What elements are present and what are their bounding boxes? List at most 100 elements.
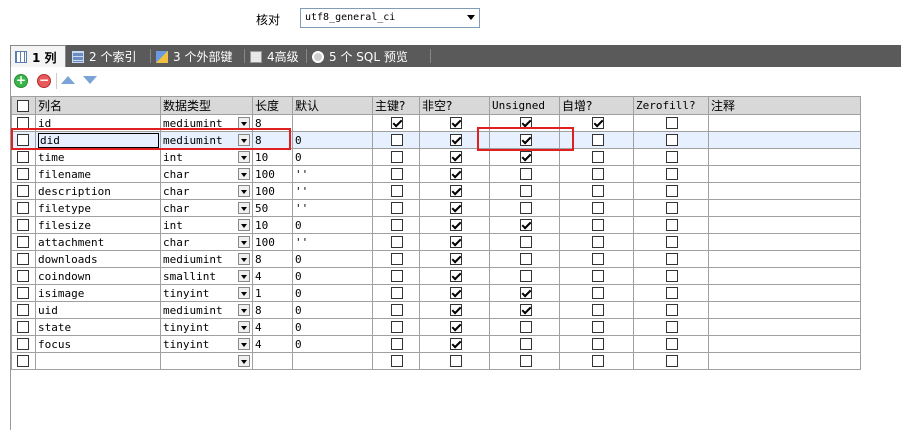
zerofill-cell[interactable] (633, 352, 709, 370)
unsigned-checkbox[interactable] (519, 304, 532, 316)
not-null-checkbox[interactable] (449, 219, 462, 231)
primary-key-cell[interactable] (372, 199, 420, 217)
auto-increment-cell[interactable] (559, 233, 634, 251)
column-name-cell[interactable]: description (35, 182, 161, 200)
table-row[interactable]: filetype char 50 '' (11, 199, 861, 217)
not-null-cell[interactable] (419, 250, 490, 268)
not-null-checkbox[interactable] (449, 304, 462, 316)
header-length[interactable]: 长度 (252, 96, 293, 115)
auto-increment-cell[interactable] (559, 352, 634, 370)
primary-key-cell[interactable] (372, 284, 420, 302)
comment-cell[interactable] (708, 182, 861, 200)
unsigned-checkbox[interactable] (519, 236, 532, 248)
data-type-cell[interactable]: tinyint (160, 318, 253, 336)
data-type-cell[interactable]: mediumint (160, 114, 253, 132)
column-name-cell[interactable]: attachment (35, 233, 161, 251)
length-cell[interactable]: 100 (252, 165, 293, 183)
row-select-checkbox[interactable] (17, 117, 29, 129)
select-all-header[interactable] (11, 96, 36, 115)
primary-key-cell[interactable] (372, 131, 420, 149)
data-type-cell[interactable]: mediumint (160, 131, 253, 149)
length-cell[interactable]: 8 (252, 250, 293, 268)
table-row[interactable]: time int 10 0 (11, 148, 861, 166)
row-select-cell[interactable] (11, 352, 36, 370)
zerofill-cell[interactable] (633, 250, 709, 268)
unsigned-cell[interactable] (489, 233, 560, 251)
primary-key-checkbox[interactable] (391, 338, 403, 350)
unsigned-checkbox[interactable] (519, 287, 532, 299)
auto-increment-checkbox[interactable] (591, 287, 604, 299)
unsigned-checkbox[interactable] (519, 253, 532, 265)
row-select-cell[interactable] (11, 114, 36, 132)
unsigned-checkbox[interactable] (519, 219, 532, 231)
chevron-down-icon[interactable] (238, 117, 250, 129)
default-cell[interactable]: 0 (292, 284, 373, 302)
comment-cell[interactable] (708, 131, 861, 149)
not-null-checkbox[interactable] (449, 185, 462, 197)
header-zerofill[interactable]: Zerofill? (633, 96, 709, 115)
not-null-checkbox[interactable] (449, 202, 462, 214)
data-type-cell[interactable]: char (160, 165, 253, 183)
not-null-checkbox[interactable] (449, 236, 462, 248)
zerofill-cell[interactable] (633, 335, 709, 353)
chevron-down-icon[interactable] (238, 321, 250, 333)
unsigned-cell[interactable] (489, 182, 560, 200)
not-null-checkbox[interactable] (449, 338, 462, 350)
chevron-down-icon[interactable] (238, 168, 250, 180)
primary-key-checkbox[interactable] (391, 321, 403, 333)
unsigned-cell[interactable] (489, 250, 560, 268)
row-select-cell[interactable] (11, 267, 36, 285)
auto-increment-checkbox[interactable] (591, 117, 604, 129)
comment-cell[interactable] (708, 301, 861, 319)
not-null-checkbox[interactable] (449, 287, 462, 299)
primary-key-checkbox[interactable] (391, 151, 403, 163)
primary-key-cell[interactable] (372, 335, 420, 353)
zerofill-cell[interactable] (633, 318, 709, 336)
zerofill-cell[interactable] (633, 216, 709, 234)
header-not-null[interactable]: 非空? (419, 96, 490, 115)
auto-increment-checkbox[interactable] (591, 321, 604, 333)
zerofill-cell[interactable] (633, 199, 709, 217)
zerofill-checkbox[interactable] (666, 287, 678, 299)
data-type-cell[interactable]: char (160, 233, 253, 251)
unsigned-cell[interactable] (489, 335, 560, 353)
comment-cell[interactable] (708, 165, 861, 183)
auto-increment-cell[interactable] (559, 114, 634, 132)
column-name-cell[interactable]: state (35, 318, 161, 336)
length-cell[interactable]: 4 (252, 318, 293, 336)
default-cell[interactable]: 0 (292, 335, 373, 353)
table-row[interactable]: isimage tinyint 1 0 (11, 284, 861, 302)
tab-sql-preview[interactable]: 5 个 SQL 预览 (308, 46, 428, 67)
column-name-cell[interactable]: time (35, 148, 161, 166)
zerofill-cell[interactable] (633, 182, 709, 200)
primary-key-cell[interactable] (372, 233, 420, 251)
column-name-cell[interactable]: downloads (35, 250, 161, 268)
default-cell[interactable] (292, 114, 373, 132)
chevron-down-icon[interactable] (238, 355, 250, 367)
not-null-checkbox[interactable] (449, 253, 462, 265)
table-row[interactable] (11, 352, 861, 370)
zerofill-cell[interactable] (633, 131, 709, 149)
not-null-cell[interactable] (419, 267, 490, 285)
row-select-checkbox[interactable] (17, 270, 29, 282)
header-default[interactable]: 默认 (292, 96, 373, 115)
primary-key-checkbox[interactable] (391, 270, 403, 282)
auto-increment-checkbox[interactable] (591, 202, 604, 214)
unsigned-cell[interactable] (489, 352, 560, 370)
length-cell[interactable]: 8 (252, 114, 293, 132)
tab-columns[interactable]: 1 列 (10, 45, 66, 68)
zerofill-checkbox[interactable] (666, 202, 678, 214)
not-null-cell[interactable] (419, 165, 490, 183)
chevron-down-icon[interactable] (238, 253, 250, 265)
row-select-cell[interactable] (11, 182, 36, 200)
comment-cell[interactable] (708, 352, 861, 370)
zerofill-cell[interactable] (633, 284, 709, 302)
auto-increment-checkbox[interactable] (591, 151, 604, 163)
table-row[interactable]: did mediumint 8 0 (11, 131, 861, 149)
row-select-checkbox[interactable] (17, 287, 29, 299)
auto-increment-cell[interactable] (559, 131, 634, 149)
auto-increment-cell[interactable] (559, 216, 634, 234)
unsigned-checkbox[interactable] (519, 134, 532, 146)
primary-key-checkbox[interactable] (391, 236, 403, 248)
auto-increment-checkbox[interactable] (591, 134, 604, 146)
